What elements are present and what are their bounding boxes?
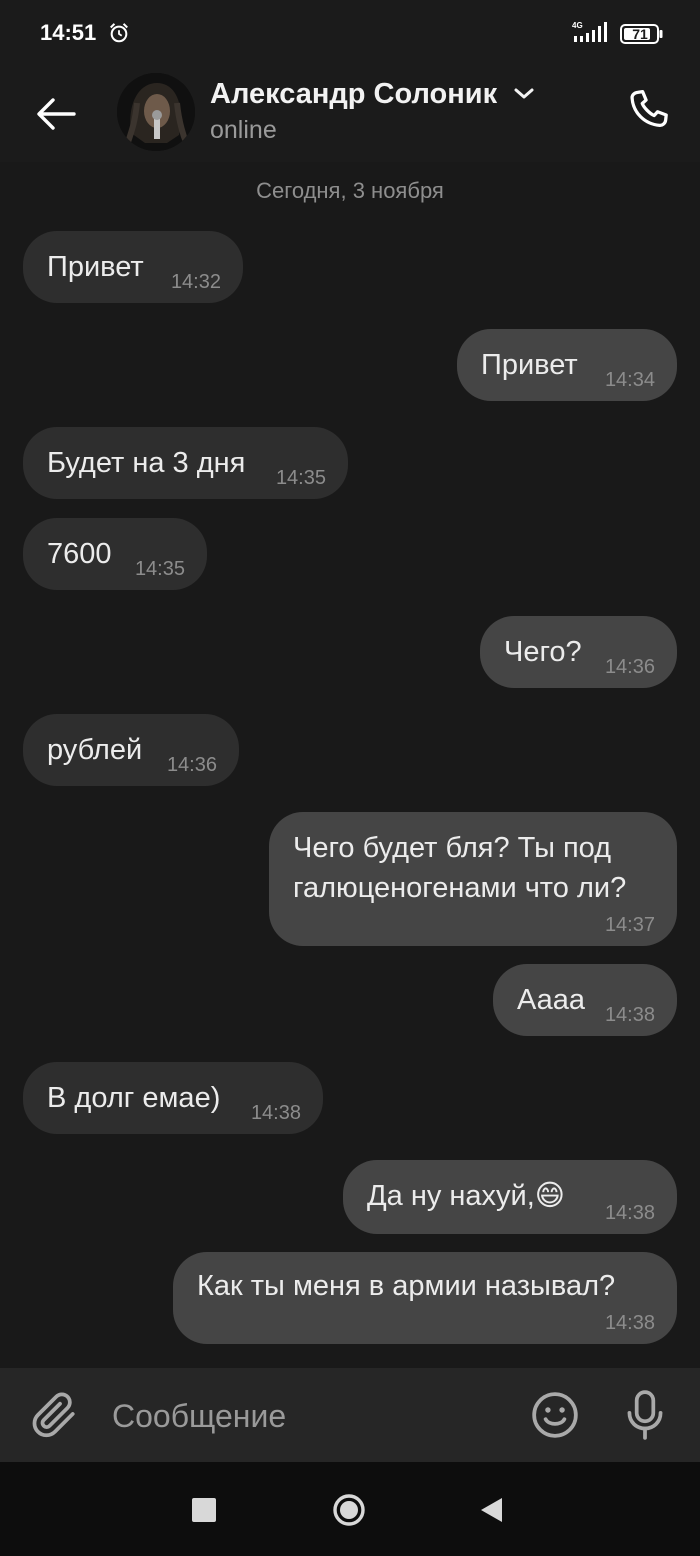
signal-icon: 4G	[572, 21, 607, 42]
date-separator: Сегодня, 3 ноября	[256, 178, 444, 203]
message-time: 14:35	[275, 467, 326, 489]
message-time: 14:36	[166, 754, 217, 776]
system-nav-bar	[0, 1462, 700, 1556]
message-bubble-incoming[interactable]: Привет 14:32	[23, 231, 243, 303]
message-text: В долг емае)	[47, 1082, 221, 1114]
contact-status: online	[210, 116, 277, 144]
recent-apps-button[interactable]	[192, 1498, 216, 1522]
avatar-photo	[117, 73, 195, 151]
message-time: 14:35	[134, 558, 185, 580]
battery-level: 71	[632, 26, 648, 42]
message-bubble-outgoing[interactable]: Да ну нахуй,😄 14:38	[343, 1160, 677, 1234]
phone-icon	[630, 89, 668, 127]
message-text: Как ты меня в армии называл?	[197, 1270, 616, 1302]
chat-header: Александр Солоник online	[0, 66, 700, 162]
message-bubble-outgoing[interactable]: Чего будет бля? Ты под галюценогенами чт…	[269, 812, 677, 946]
message-text: рублей	[47, 734, 143, 766]
message-text: Да ну нахуй,😄	[367, 1180, 566, 1212]
message-text: 7600	[47, 538, 112, 570]
message-bubble-incoming[interactable]: Будет на 3 дня 14:35	[23, 427, 348, 499]
avatar[interactable]	[117, 73, 195, 151]
emoji-icon[interactable]	[530, 1390, 580, 1440]
svg-text:4G: 4G	[572, 21, 583, 30]
contact-name[interactable]: Александр Солоник	[210, 78, 497, 111]
message-time: 14:38	[604, 1312, 655, 1334]
home-button[interactable]	[332, 1493, 366, 1527]
message-time: 14:38	[604, 1202, 655, 1224]
message-bubble-outgoing[interactable]: Как ты меня в армии называл? 14:38	[173, 1252, 677, 1344]
message-time: 14:38	[604, 1004, 655, 1026]
alarm-icon	[110, 23, 128, 43]
message-time: 14:34	[604, 369, 655, 391]
message-time: 14:38	[250, 1102, 301, 1124]
message-composer	[0, 1368, 700, 1462]
message-text: Будет на 3 дня	[47, 447, 246, 479]
nav-back-button[interactable]	[480, 1497, 504, 1523]
message-text: Аааа	[517, 984, 586, 1016]
message-time: 14:36	[604, 656, 655, 678]
call-button[interactable]	[620, 82, 676, 138]
message-text: Чего?	[504, 636, 582, 668]
message-time: 14:37	[604, 914, 655, 936]
message-text: Привет	[47, 251, 144, 283]
chevron-down-icon[interactable]	[513, 86, 535, 102]
microphone-icon[interactable]	[620, 1388, 670, 1442]
paperclip-icon[interactable]	[30, 1390, 80, 1440]
message-time: 14:32	[170, 271, 221, 293]
message-text: Привет	[481, 349, 578, 381]
message-bubble-outgoing[interactable]: Привет 14:34	[457, 329, 677, 401]
status-time: 14:51	[40, 20, 97, 45]
message-bubble-incoming[interactable]: 7600 14:35	[23, 518, 207, 590]
message-bubble-incoming[interactable]: рублей 14:36	[23, 714, 239, 786]
arrow-left-icon	[37, 98, 76, 130]
back-button[interactable]	[30, 88, 82, 140]
message-bubble-outgoing[interactable]: Аааа 14:38	[493, 964, 677, 1036]
message-input[interactable]	[110, 1388, 514, 1444]
status-bar: 14:51 4G 71	[0, 0, 700, 66]
message-bubble-outgoing[interactable]: Чего? 14:36	[480, 616, 677, 688]
message-text: Чего будет бля? Ты под галюценогенами чт…	[293, 832, 627, 904]
message-bubble-incoming[interactable]: В долг емае) 14:38	[23, 1062, 323, 1134]
